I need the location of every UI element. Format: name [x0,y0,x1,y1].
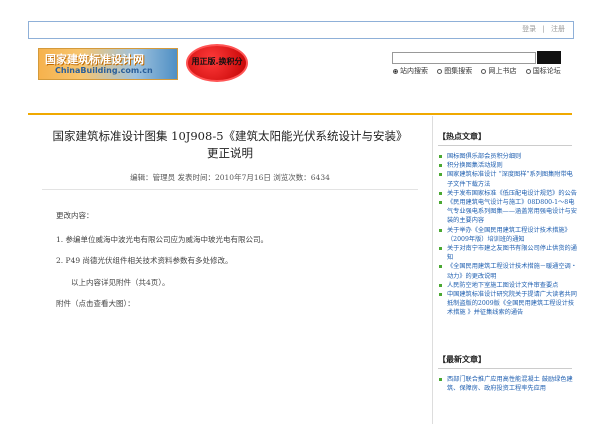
header-divider [28,113,572,115]
login-link[interactable]: 登录 [522,25,536,33]
search-scope-forum-label: 国标论坛 [532,67,561,75]
radio-icon[interactable] [437,69,443,74]
radio-icon[interactable] [525,69,531,74]
search-scope-site-label: 站内搜索 [400,67,428,75]
hot-article-link[interactable]: 国标图俱乐部会员积分细则 [438,152,578,161]
attachment-link[interactable]: 附件（点击查看大图）： [56,298,135,309]
latest-articles-list: 西部门联合推广应用高性能混凝土 鼓励绿色建筑、保障房、政府投资工程率先应用 [438,375,578,393]
hot-article-link[interactable]: 人民防空地下室施工图设计文件审查要点 [438,281,578,290]
hot-article-link[interactable]: 《全国民用建筑工程设计技术措施－暖通空调・动力》的更改说明 [438,262,578,280]
search-input[interactable] [392,52,536,64]
hot-article-link[interactable]: 积分换图集活动规则 [438,161,578,170]
promo-badge[interactable]: 用正版.换积分 [186,44,248,82]
article-meta: 编辑：管理员 发表时间：2010年7月16日 浏览次数：6434 [130,173,330,182]
hot-articles-divider [438,145,572,146]
latest-articles-title: 【最新文章】 [438,354,486,364]
latest-articles-divider [438,368,572,369]
logo-text-en: ChinaBuilding.com.cn [55,66,153,75]
search-scope-bookstore[interactable]: 网上书店 [481,67,516,75]
radio-selected-icon[interactable] [393,69,398,74]
article-paragraph: 2. P49 尚德光伏组件相关技术资料参数有多处修改。 [56,256,233,265]
hot-article-link[interactable]: 中国建筑标准设计研究院关于提请广大读者共同抵制盗版的2009版《全国民用建筑工程… [438,290,578,318]
logo-text-cn: 国家建筑标准设计网 [45,53,144,66]
article-title-line2: 更正说明 [207,146,253,160]
hot-article-link[interactable]: 关于对南宁市建之友图书有限公司停止供货的通知 [438,244,578,262]
radio-icon[interactable] [481,69,487,74]
search-scope-bookstore-label: 网上书店 [488,67,517,75]
site-logo[interactable]: 国家建筑标准设计网 ChinaBuilding.com.cn [38,48,178,80]
article-panel: 国家建筑标准设计图集 10J908-5《建筑太阳能光伏系统设计与安装》 更正说明… [28,116,432,424]
article-paragraph: 以上内容详见附件（共4页）。 [71,278,170,287]
article-title-line1: 国家建筑标准设计图集 10J908-5《建筑太阳能光伏系统设计与安装》 [52,129,408,143]
article-paragraph: 更改内容： [56,211,94,220]
hot-article-link[interactable]: 国家建筑标准设计 “深度图样”系列图集附带电子文件下载方法 [438,170,578,188]
search-scope-forum[interactable]: 国标论坛 [525,67,561,75]
register-link[interactable]: 注册 [551,25,565,33]
latest-article-link[interactable]: 西部门联合推广应用高性能混凝土 鼓励绿色建筑、保障房、政府投资工程率先应用 [438,375,578,393]
hot-articles-list: 国标图俱乐部会员积分细则 积分换图集活动规则 国家建筑标准设计 “深度图样”系列… [438,152,578,318]
column-divider [432,116,433,424]
article-title: 国家建筑标准设计图集 10J908-5《建筑太阳能光伏系统设计与安装》 更正说明 [28,128,432,162]
hot-articles-title: 【热点文章】 [438,131,486,141]
account-links: 登录 | 注册 [520,24,567,34]
search-button[interactable] [537,51,561,64]
hot-article-link[interactable]: 关于举办《全国民用建筑工程设计技术措施》（2009年版）培训班的通知 [438,226,578,244]
promo-badge-text: 用正版.换积分 [191,57,243,66]
search-scope-options: 站内搜索 图集搜索 网上书店 国标论坛 [393,66,568,76]
article-paragraph: 1. 参编单位威海中波光电有限公司应为威海中玻光电有限公司。 [56,235,269,244]
hot-article-link[interactable]: 《民用建筑电气设计与施工》08D800-1～8电气专业强电系列图集——涵盖常用强… [438,198,578,226]
article-divider [42,189,418,190]
search-scope-site[interactable]: 站内搜索 [393,67,428,75]
top-bar: 登录 | 注册 [28,21,574,39]
search-scope-atlas-label: 图集搜索 [444,67,473,75]
link-separator: | [542,25,545,33]
search-scope-atlas[interactable]: 图集搜索 [437,67,472,75]
hot-article-link[interactable]: 关于发布国家标准《低压配电设计规范》的公告 [438,189,578,198]
